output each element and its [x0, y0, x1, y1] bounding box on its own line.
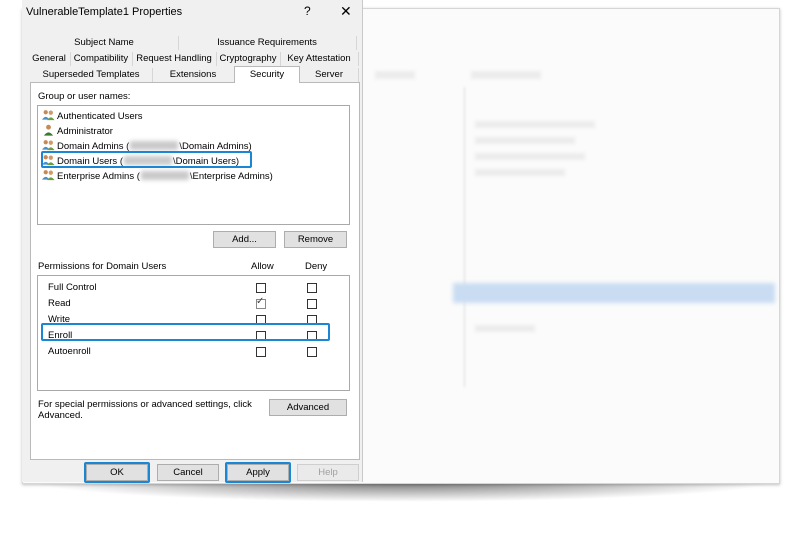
domain-users-highlight: [41, 151, 252, 168]
read-allow-checkbox[interactable]: ✓: [256, 296, 266, 309]
apply-button-highlight: [225, 462, 291, 483]
special-permissions-text-2: Advanced.: [38, 410, 83, 421]
user-name: Enterprise Admins (: [57, 171, 140, 182]
tab-subject-name[interactable]: Subject Name: [30, 36, 179, 50]
list-item[interactable]: Administrator: [42, 124, 113, 138]
ok-button-highlight: [84, 462, 150, 483]
group-icon: [42, 140, 55, 151]
tab-cryptography[interactable]: Cryptography: [216, 52, 281, 66]
dialog-title: VulnerableTemplate1 Properties: [26, 6, 183, 18]
deny-header: Deny: [305, 261, 328, 272]
close-button[interactable]: ✕: [340, 3, 352, 20]
autoenroll-deny-checkbox[interactable]: [307, 347, 317, 357]
full-control-allow-checkbox[interactable]: [256, 283, 266, 293]
permission-name: Autoenroll: [48, 346, 91, 357]
allow-header: Allow: [251, 261, 274, 272]
add-button[interactable]: Add...: [213, 231, 276, 248]
help-title-button[interactable]: ?: [304, 4, 311, 18]
permission-name: Read: [48, 298, 71, 309]
help-button[interactable]: Help: [297, 464, 359, 481]
user-name: Authenticated Users: [57, 111, 143, 122]
read-deny-checkbox[interactable]: [307, 299, 317, 309]
enroll-row-highlight: [41, 323, 330, 341]
full-control-deny-checkbox[interactable]: [307, 283, 317, 293]
special-permissions-text: For special permissions or advanced sett…: [38, 399, 252, 410]
list-item[interactable]: Authenticated Users: [42, 109, 143, 123]
redacted-domain: [130, 141, 179, 150]
tab-key-attestation[interactable]: Key Attestation: [280, 52, 359, 66]
permissions-label: Permissions for Domain Users: [38, 261, 167, 272]
group-icon: [42, 170, 55, 181]
tab-compatibility[interactable]: Compatibility: [70, 52, 133, 66]
tab-request-handling[interactable]: Request Handling: [132, 52, 217, 66]
group-icon: [42, 110, 55, 121]
security-tab-panel: Group or user names: Authenticated Users…: [30, 82, 360, 460]
tab-server[interactable]: Server: [300, 68, 359, 82]
list-item[interactable]: Enterprise Admins (\Enterprise Admins): [42, 169, 273, 183]
tab-general[interactable]: General: [28, 52, 71, 66]
autoenroll-allow-checkbox[interactable]: [256, 347, 266, 357]
redacted-domain: [140, 171, 189, 180]
tab-superseded-templates[interactable]: Superseded Templates: [30, 68, 153, 82]
properties-dialog: VulnerableTemplate1 Properties ? ✕ Subje…: [22, 0, 363, 483]
tab-extensions[interactable]: Extensions: [152, 68, 235, 82]
user-name: Administrator: [57, 126, 113, 137]
cancel-button[interactable]: Cancel: [157, 464, 219, 481]
advanced-button[interactable]: Advanced: [269, 399, 347, 416]
permission-name: Full Control: [48, 282, 97, 293]
remove-button[interactable]: Remove: [284, 231, 347, 248]
tab-issuance-requirements[interactable]: Issuance Requirements: [178, 36, 357, 50]
group-user-names-label: Group or user names:: [38, 91, 131, 102]
tab-security[interactable]: Security: [234, 66, 300, 83]
user-icon: [43, 124, 54, 136]
